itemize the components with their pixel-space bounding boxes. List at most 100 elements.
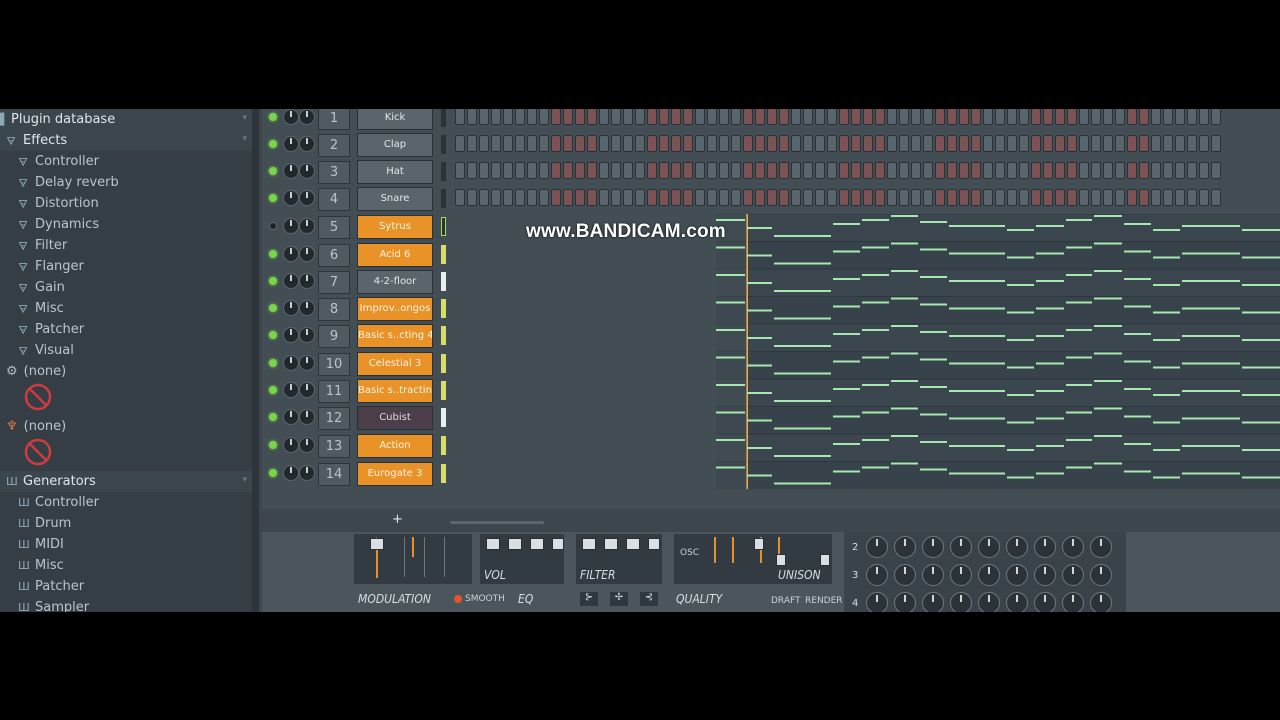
generator-item[interactable]: Ш Controller — [0, 492, 252, 513]
step-button[interactable] — [1043, 109, 1053, 125]
step-button[interactable] — [1151, 189, 1161, 206]
step-button[interactable] — [611, 162, 621, 179]
channel-name-button[interactable]: 4-2-floor — [357, 270, 433, 294]
volume-knob[interactable] — [299, 327, 315, 343]
step-button[interactable] — [743, 162, 753, 179]
step-button[interactable] — [1079, 189, 1089, 206]
step-button[interactable] — [983, 135, 993, 152]
step-button[interactable] — [1055, 135, 1065, 152]
step-button[interactable] — [983, 162, 993, 179]
step-button[interactable] — [1103, 162, 1113, 179]
step-button[interactable] — [539, 109, 549, 125]
collapse-icon[interactable]: ▾ — [242, 475, 247, 485]
generator-item[interactable]: Ш Drum — [0, 513, 252, 534]
matrix-knob[interactable] — [922, 536, 944, 558]
step-button[interactable] — [1187, 189, 1197, 206]
matrix-knob[interactable] — [1090, 592, 1112, 612]
osc-fader[interactable] — [754, 538, 764, 550]
matrix-knob[interactable] — [922, 592, 944, 612]
volume-knob[interactable] — [299, 300, 315, 316]
step-button[interactable] — [1007, 135, 1017, 152]
step-button[interactable] — [527, 189, 537, 206]
mute-led[interactable] — [269, 469, 277, 477]
matrix-knob[interactable] — [1034, 536, 1056, 558]
step-button[interactable] — [707, 189, 717, 206]
step-button[interactable] — [1151, 135, 1161, 152]
step-button[interactable] — [551, 162, 561, 179]
step-button[interactable] — [587, 135, 597, 152]
browser-item[interactable]: 🜃 Dynamics — [0, 214, 252, 235]
step-button[interactable] — [1127, 189, 1137, 206]
filter-fader-1[interactable] — [582, 538, 596, 550]
step-button[interactable] — [527, 135, 537, 152]
step-button[interactable] — [719, 135, 729, 152]
channel-select[interactable] — [441, 464, 446, 483]
step-button[interactable] — [587, 109, 597, 125]
eq-peak-icon[interactable]: ✢ — [610, 592, 628, 606]
step-button[interactable] — [1067, 109, 1077, 125]
browser-item[interactable]: 🜃 Filter — [0, 235, 252, 256]
matrix-knob[interactable] — [978, 564, 1000, 586]
volume-knob[interactable] — [299, 382, 315, 398]
step-button[interactable] — [779, 189, 789, 206]
step-button[interactable] — [1043, 162, 1053, 179]
step-button[interactable] — [743, 189, 753, 206]
step-button[interactable] — [935, 135, 945, 152]
step-button[interactable] — [947, 109, 957, 125]
volume-knob[interactable] — [299, 163, 315, 179]
matrix-knob[interactable] — [1062, 592, 1084, 612]
step-button[interactable] — [755, 109, 765, 125]
matrix-knob[interactable] — [1062, 564, 1084, 586]
step-button[interactable] — [995, 162, 1005, 179]
step-button[interactable] — [515, 189, 525, 206]
step-button[interactable] — [755, 162, 765, 179]
step-button[interactable] — [1199, 135, 1209, 152]
step-button[interactable] — [1127, 135, 1137, 152]
step-button[interactable] — [1007, 189, 1017, 206]
step-button[interactable] — [1151, 109, 1161, 125]
step-button[interactable] — [995, 135, 1005, 152]
step-button[interactable] — [527, 162, 537, 179]
step-button[interactable] — [863, 162, 873, 179]
collapse-icon[interactable]: ▾ — [242, 134, 247, 144]
step-button[interactable] — [863, 109, 873, 125]
step-button[interactable] — [563, 162, 573, 179]
channel-name-button[interactable]: Action — [357, 434, 433, 458]
step-button[interactable] — [791, 109, 801, 125]
channel-select[interactable] — [441, 189, 446, 208]
matrix-knob[interactable] — [894, 564, 916, 586]
generator-item[interactable]: Ш MIDI — [0, 534, 252, 555]
channel-row[interactable]: 1 Kick — [262, 109, 1280, 132]
step-button[interactable] — [971, 135, 981, 152]
channel-select[interactable] — [441, 109, 446, 127]
mixer-track-number[interactable]: 5 — [318, 216, 350, 239]
volume-knob[interactable] — [299, 409, 315, 425]
step-button[interactable] — [515, 162, 525, 179]
step-button[interactable] — [575, 189, 585, 206]
mixer-track-number[interactable]: 12 — [318, 407, 350, 430]
step-button[interactable] — [983, 109, 993, 125]
step-button[interactable] — [911, 162, 921, 179]
step-button[interactable] — [659, 189, 669, 206]
channel-select[interactable] — [441, 245, 446, 264]
step-button[interactable] — [803, 135, 813, 152]
step-button[interactable] — [707, 162, 717, 179]
step-button[interactable] — [719, 189, 729, 206]
pan-knob[interactable] — [283, 465, 299, 481]
step-button[interactable] — [659, 109, 669, 125]
step-button[interactable] — [791, 189, 801, 206]
matrix-knob[interactable] — [1062, 536, 1084, 558]
mixer-track-number[interactable]: 7 — [318, 271, 350, 294]
step-button[interactable] — [1175, 189, 1185, 206]
step-button[interactable] — [635, 135, 645, 152]
step-button[interactable] — [491, 189, 501, 206]
step-button[interactable] — [635, 109, 645, 125]
effect-slot-1[interactable]: ⚙ (none) — [0, 361, 252, 381]
browser-item[interactable]: 🜃 Delay reverb — [0, 172, 252, 193]
step-button[interactable] — [455, 162, 465, 179]
step-button[interactable] — [923, 109, 933, 125]
channel-name-button[interactable]: Celestial 3 — [357, 352, 433, 376]
draft-button[interactable]: DRAFT — [771, 596, 801, 606]
step-button[interactable] — [455, 135, 465, 152]
step-button[interactable] — [923, 162, 933, 179]
